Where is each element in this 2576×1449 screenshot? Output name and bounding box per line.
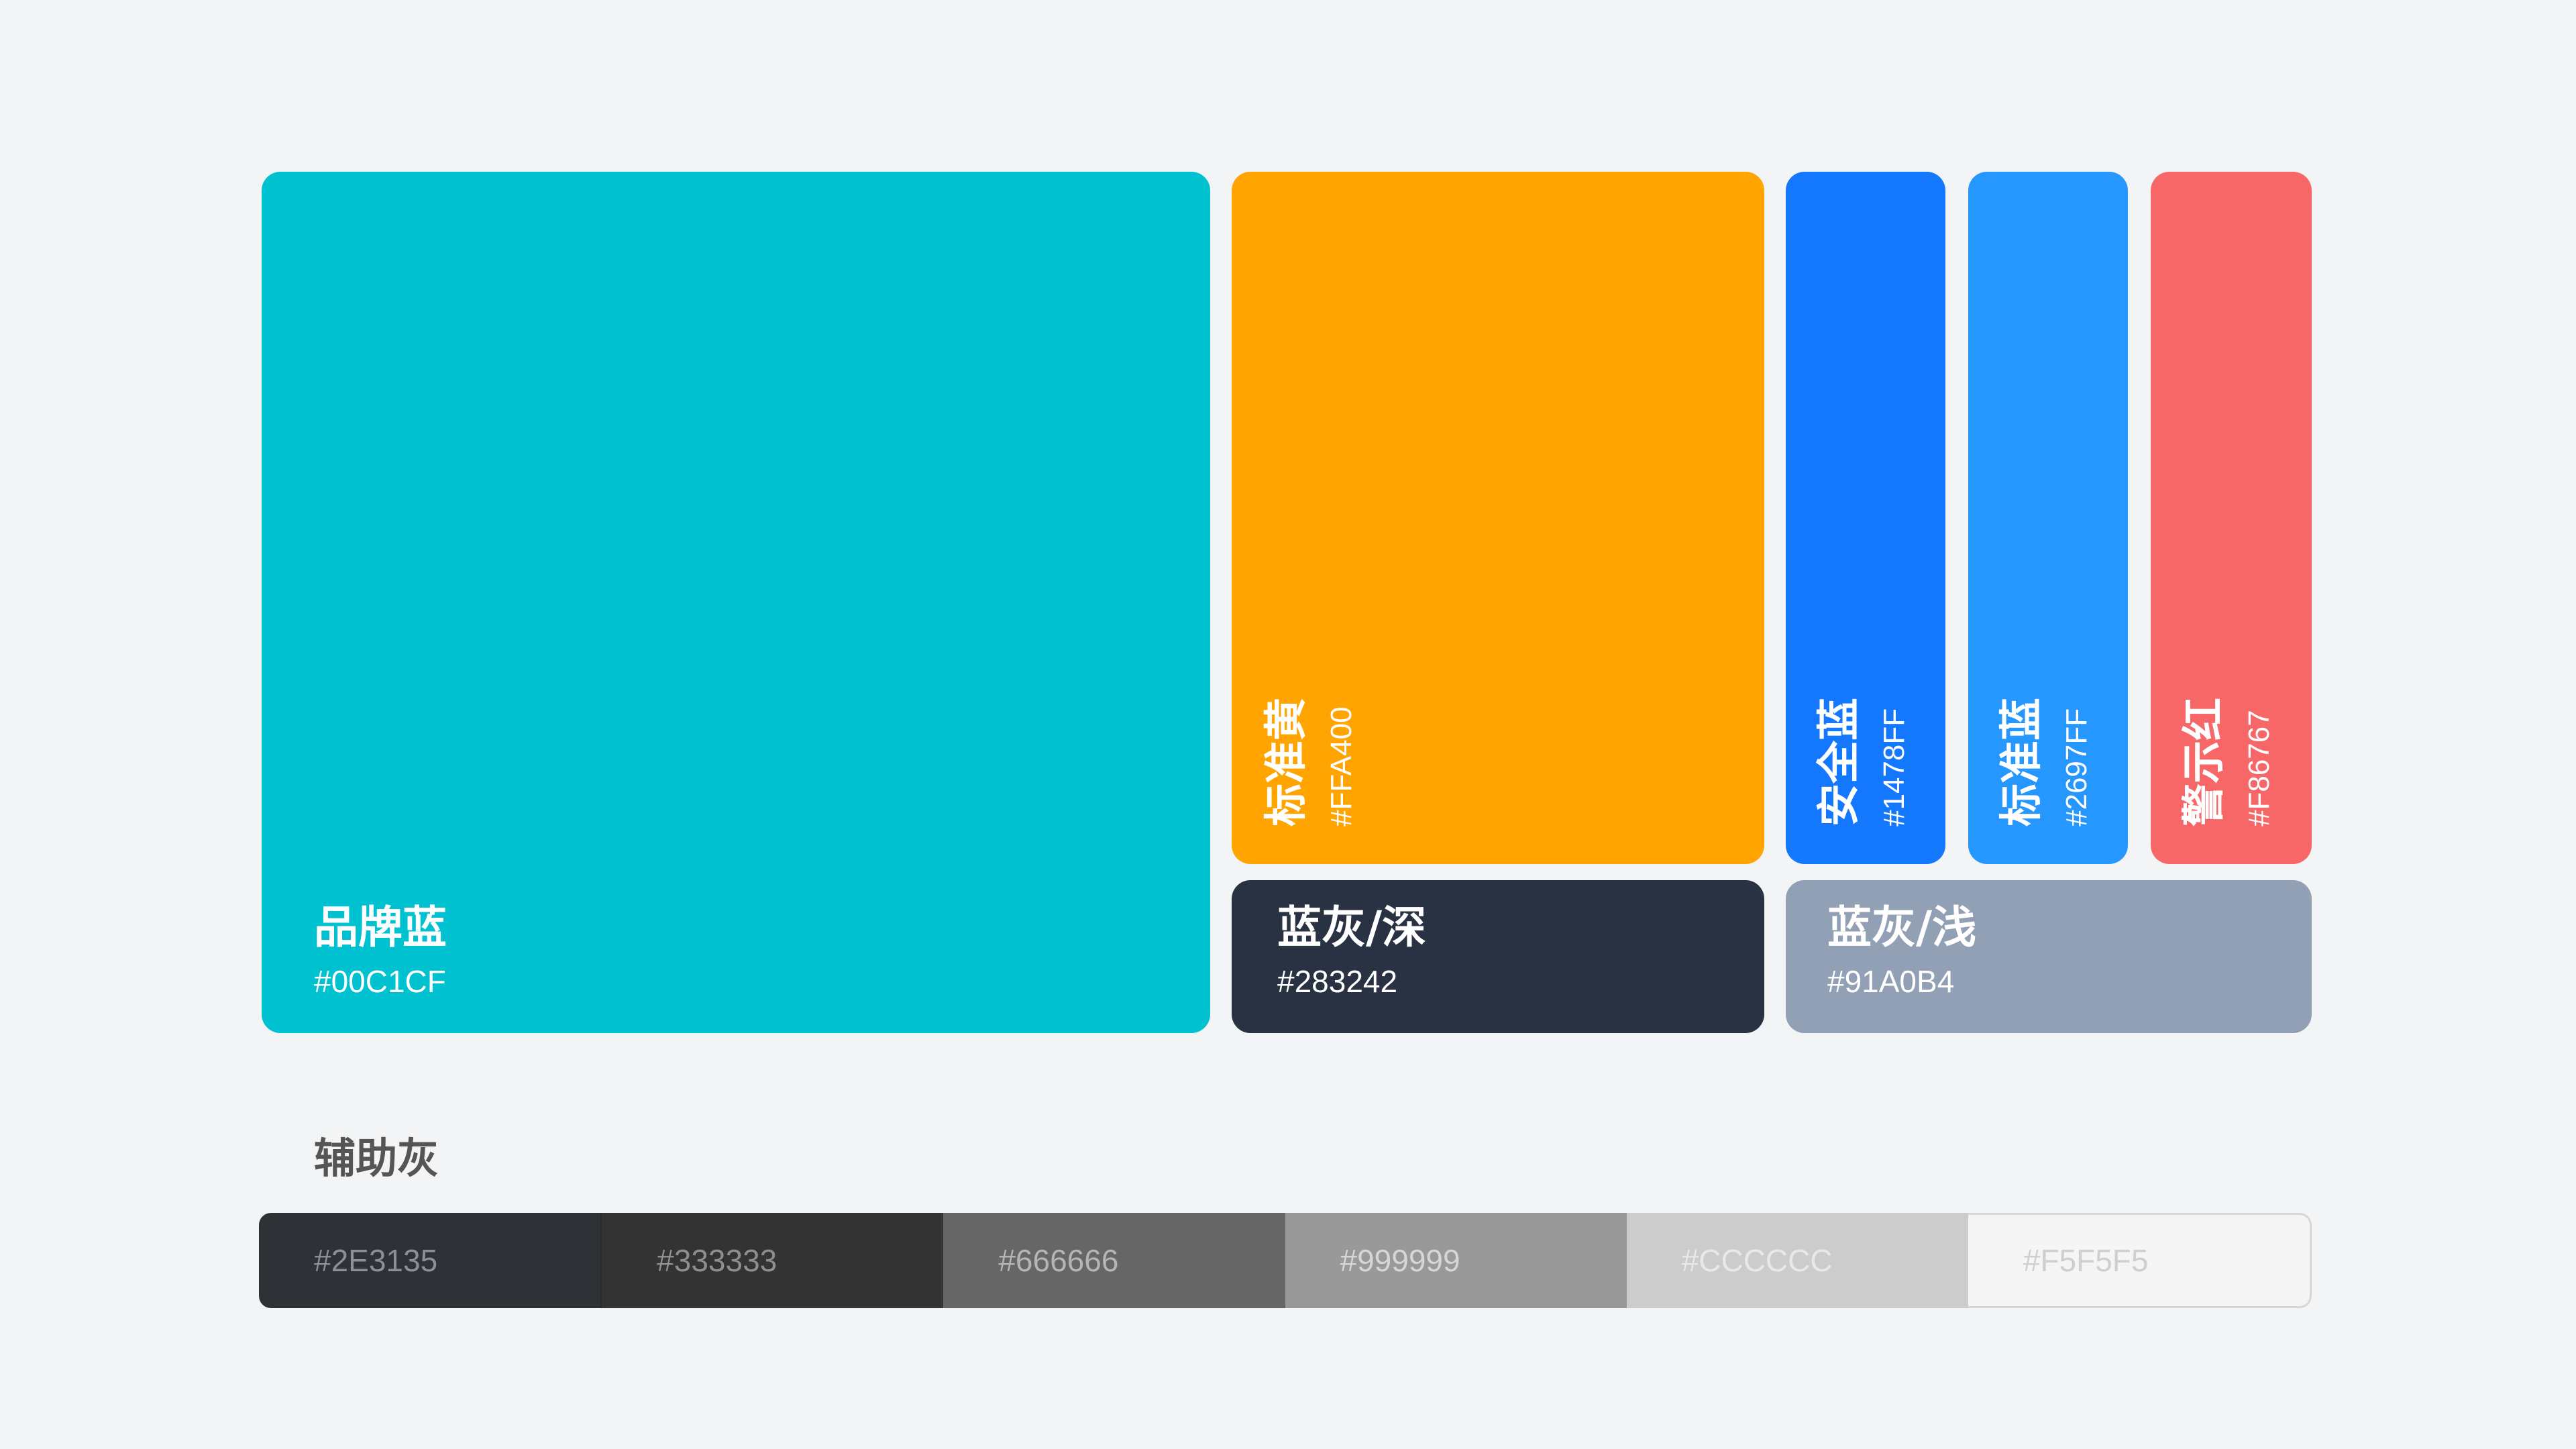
swatch-standard-yellow: 标准黄 #FFA400 <box>1232 172 1764 864</box>
swatch-hex: #2697FF <box>2060 708 2093 826</box>
gray-hex: #F5F5F5 <box>2023 1243 2149 1278</box>
swatch-blue-gray-light: 蓝灰/浅 #91A0B4 <box>1786 880 2312 1033</box>
swatch-hex: #91A0B4 <box>1827 964 1955 999</box>
gray-swatch-333333: #333333 <box>600 1213 944 1308</box>
gray-hex: #333333 <box>657 1243 777 1278</box>
swatch-hex: #FFA400 <box>1325 706 1358 826</box>
swatch-name: 品牌蓝 <box>314 902 447 953</box>
swatch-brand-blue: 品牌蓝 #00C1CF <box>262 172 1210 1033</box>
gray-swatch-666666: #666666 <box>943 1213 1285 1308</box>
auxiliary-gray-palette: #2E3135 #333333 #666666 #999999 #CCCCCC … <box>259 1213 2312 1308</box>
swatch-standard-blue: 标准蓝 #2697FF <box>1968 172 2128 864</box>
swatch-name: 标准黄 <box>1262 698 1311 826</box>
swatch-name: 安全蓝 <box>1815 698 1864 826</box>
swatch-name: 警示红 <box>2180 698 2229 826</box>
gray-swatch-cccccc: #CCCCCC <box>1626 1213 1968 1308</box>
swatch-warning-red: 警示红 #F86767 <box>2151 172 2312 864</box>
gray-hex: #999999 <box>1340 1243 1460 1278</box>
gray-hex: #666666 <box>998 1243 1119 1278</box>
auxiliary-gray-title: 辅助灰 <box>314 1134 439 1183</box>
gray-hex: #2E3135 <box>314 1243 438 1278</box>
swatch-hex: #00C1CF <box>314 964 446 999</box>
gray-swatch-f5f5f5: #F5F5F5 <box>1968 1213 2312 1308</box>
swatch-hex: #283242 <box>1277 964 1398 999</box>
swatch-name: 标准蓝 <box>1997 698 2047 826</box>
gray-swatch-999999: #999999 <box>1285 1213 1627 1308</box>
gray-hex: #CCCCCC <box>1681 1243 1833 1278</box>
swatch-name: 蓝灰/深 <box>1277 902 1427 953</box>
swatch-hex: #1478FF <box>1878 708 1911 826</box>
swatch-name: 蓝灰/浅 <box>1827 902 1977 953</box>
swatch-hex: #F86767 <box>2243 710 2275 826</box>
swatch-blue-gray-dark: 蓝灰/深 #283242 <box>1232 880 1764 1033</box>
gray-swatch-2e3135: #2E3135 <box>259 1213 601 1308</box>
swatch-safe-blue: 安全蓝 #1478FF <box>1786 172 1945 864</box>
